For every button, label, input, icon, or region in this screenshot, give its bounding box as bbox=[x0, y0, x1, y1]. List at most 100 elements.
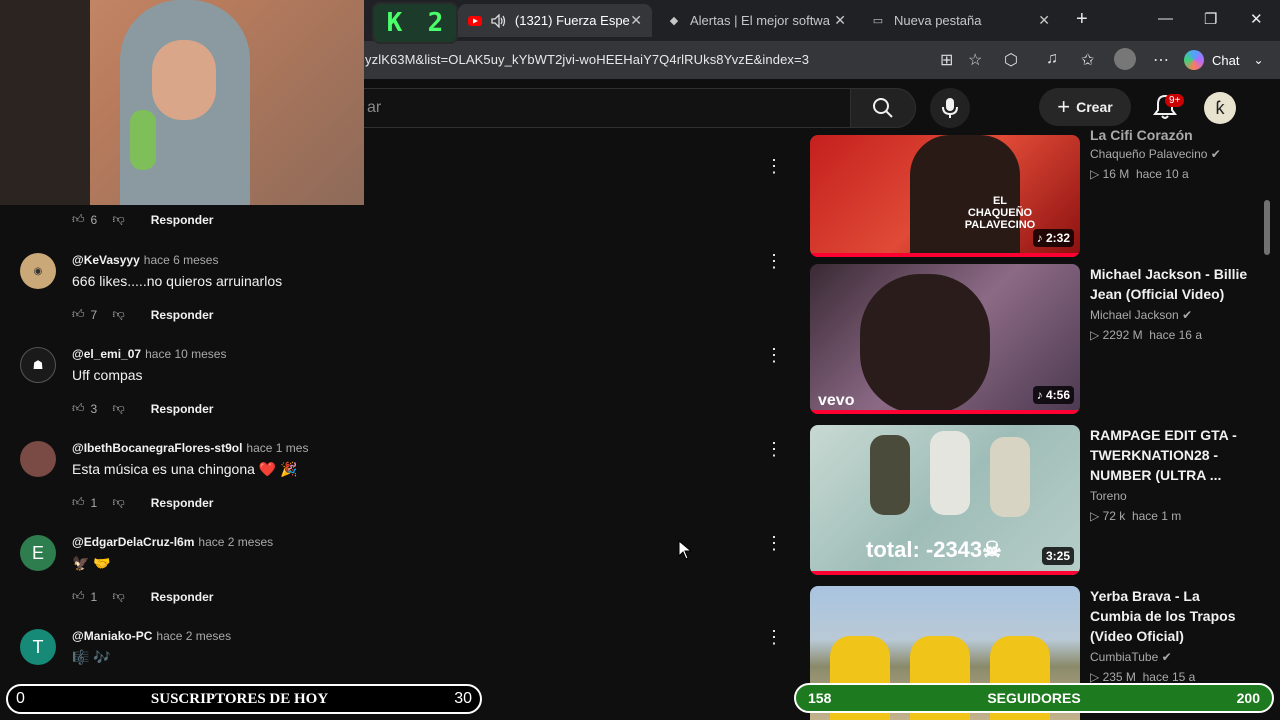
video-title[interactable]: Yerba Brava - La Cumbia de los Trapos (V… bbox=[1090, 586, 1250, 646]
followers-count: 158 bbox=[808, 690, 832, 706]
comment-header: @el_emi_07 hace 10 meses bbox=[72, 347, 226, 361]
comment-author[interactable]: @IbethBocanegraFlores-st9ol bbox=[72, 441, 242, 455]
video-title[interactable]: RAMPAGE EDIT GTA - TWERKNATION28 - NUMBE… bbox=[1090, 425, 1250, 485]
tab-label: Alertas | El mejor software p bbox=[690, 13, 830, 28]
dislike-icon[interactable]: 👎︎ bbox=[113, 212, 125, 227]
comment-menu-icon[interactable]: ⋮ bbox=[765, 533, 783, 554]
related-video-item[interactable]: vevo ♪ 4:56 Michael Jackson - Billie Jea… bbox=[810, 264, 1250, 414]
dislike-icon[interactable]: 👎︎ bbox=[113, 307, 125, 322]
video-thumbnail[interactable]: total: -2343☠ 3:25 bbox=[810, 425, 1080, 575]
video-channel[interactable]: Toreno bbox=[1090, 489, 1127, 503]
channel-name: Michael Jackson bbox=[1090, 308, 1179, 322]
reply-button[interactable]: Responder bbox=[151, 590, 214, 604]
comment-menu-icon[interactable]: ⋮ bbox=[765, 251, 783, 272]
thumbnail-dancer bbox=[990, 437, 1030, 517]
close-tab-icon[interactable]: ✕ bbox=[1038, 12, 1050, 29]
comment-text: 666 likes.....no quieros arruinarlos bbox=[72, 273, 283, 289]
favorites-icon[interactable]: ✩ bbox=[1081, 50, 1094, 70]
commenter-avatar[interactable]: ◉ bbox=[20, 253, 56, 289]
video-channel[interactable]: Chaqueño Palavecino ✔ bbox=[1090, 147, 1221, 161]
dislike-icon[interactable]: 👎︎ bbox=[113, 495, 125, 510]
comment-header: @KeVasyyy hace 6 meses bbox=[72, 253, 218, 267]
comment-actions: 👍︎ 3 👎︎ Responder bbox=[72, 401, 213, 416]
like-count: 1 bbox=[90, 495, 98, 510]
profile-avatar-icon[interactable] bbox=[1114, 48, 1136, 70]
comment-time: hace 10 meses bbox=[145, 347, 227, 361]
commenter-avatar[interactable] bbox=[20, 441, 56, 477]
dislike-icon[interactable]: 👎︎ bbox=[113, 589, 125, 604]
play-icon: ▷ bbox=[1090, 509, 1100, 523]
search-input[interactable]: ar bbox=[360, 88, 850, 128]
comment-text: Uff compas bbox=[72, 367, 143, 383]
video-title[interactable]: Michael Jackson - Billie Jean (Official … bbox=[1090, 264, 1250, 304]
close-tab-icon[interactable]: ✕ bbox=[630, 12, 642, 29]
more-options-icon[interactable]: ⋯ bbox=[1153, 50, 1169, 70]
restore-icon[interactable]: ❐ bbox=[1204, 10, 1217, 28]
chevron-down-icon[interactable]: ⌄ bbox=[1253, 53, 1263, 67]
related-video-item[interactable]: EL CHAQUEÑO PALAVECINO ♪ 2:32 La Cifi Co… bbox=[810, 107, 1250, 257]
view-count: 16 M bbox=[1102, 167, 1130, 181]
reply-button[interactable]: Responder bbox=[151, 496, 214, 510]
comment-menu-icon[interactable]: ⋮ bbox=[765, 345, 783, 366]
like-icon[interactable]: 👍︎ bbox=[72, 212, 85, 227]
video-meta: ▷ 235 M hace 15 a bbox=[1090, 670, 1195, 684]
extensions-icon[interactable]: ⬡ bbox=[1004, 50, 1018, 70]
comment-time: hace 2 meses bbox=[156, 629, 232, 643]
comment-author[interactable]: @KeVasyyy bbox=[72, 253, 140, 267]
like-icon[interactable]: 👍︎ bbox=[72, 495, 85, 510]
comment-text: 🎼 🎶 bbox=[72, 649, 111, 665]
upload-age: hace 10 a bbox=[1135, 167, 1189, 181]
reply-button[interactable]: Responder bbox=[151, 308, 214, 322]
like-icon[interactable]: 👍︎ bbox=[72, 589, 85, 604]
close-window-icon[interactable]: ✕ bbox=[1250, 10, 1263, 28]
video-title[interactable]: La Cifi Corazón bbox=[1090, 125, 1250, 145]
comment-actions: 👍︎ 6 👎︎ Responder bbox=[72, 212, 213, 227]
minimize-icon[interactable]: — bbox=[1158, 10, 1173, 27]
reply-button[interactable]: Responder bbox=[151, 213, 214, 227]
k2-letter: K bbox=[386, 8, 403, 38]
comment-menu-icon[interactable]: ⋮ bbox=[765, 439, 783, 460]
video-channel[interactable]: Michael Jackson ✔ bbox=[1090, 308, 1192, 322]
tab-alertas[interactable]: ◆ Alertas | El mejor software p ✕ bbox=[656, 4, 856, 37]
comment-author[interactable]: @EdgarDelaCruz-l6m bbox=[72, 535, 194, 549]
music-play-icon: ▷ bbox=[1090, 328, 1100, 342]
related-video-item[interactable]: total: -2343☠ 3:25 RAMPAGE EDIT GTA - TW… bbox=[810, 425, 1250, 575]
like-count: 7 bbox=[90, 307, 98, 322]
copilot-icon bbox=[1184, 50, 1204, 70]
video-channel[interactable]: CumbiaTube ✔ bbox=[1090, 650, 1172, 664]
favorite-star-icon[interactable]: ☆ bbox=[968, 50, 982, 70]
media-control-icon[interactable]: ♫ bbox=[1046, 50, 1058, 68]
comment-menu-icon[interactable]: ⋮ bbox=[765, 156, 783, 177]
comment-author[interactable]: @Maniako-PC bbox=[72, 629, 152, 643]
tab-youtube[interactable]: (1321) Fuerza Especial ✕ bbox=[458, 4, 652, 37]
like-icon[interactable]: 👍︎ bbox=[72, 401, 85, 416]
followers-label: SEGUIDORES bbox=[987, 690, 1081, 706]
video-meta: ▷ 72 k hace 1 m bbox=[1090, 509, 1181, 523]
comment-header: @EdgarDelaCruz-l6m hace 2 meses bbox=[72, 535, 273, 549]
comment-menu-icon[interactable]: ⋮ bbox=[765, 627, 783, 648]
comment-time: hace 6 meses bbox=[143, 253, 219, 267]
video-thumbnail[interactable]: EL CHAQUEÑO PALAVECINO ♪ 2:32 bbox=[810, 135, 1080, 257]
page-scrollbar[interactable] bbox=[1264, 200, 1270, 255]
music-play-icon: ▷ bbox=[1090, 167, 1100, 181]
dislike-icon[interactable]: 👎︎ bbox=[113, 401, 125, 416]
tab-new[interactable]: ▭ Nueva pestaña ✕ bbox=[860, 4, 1060, 37]
copilot-chat-button[interactable]: Chat ⌄ bbox=[1184, 46, 1264, 74]
close-tab-icon[interactable]: ✕ bbox=[834, 12, 846, 29]
url-field[interactable]: yzlK63M&list=OLAK5uy_kYbWT2jvi-woHEEHaiY… bbox=[365, 52, 809, 67]
like-icon[interactable]: 👍︎ bbox=[72, 307, 85, 322]
reply-button[interactable]: Responder bbox=[151, 402, 214, 416]
video-thumbnail[interactable]: vevo ♪ 4:56 bbox=[810, 264, 1080, 414]
thumbnail-person bbox=[860, 274, 990, 414]
speaker-icon[interactable] bbox=[491, 13, 507, 29]
new-tab-plus-icon[interactable]: + bbox=[1076, 8, 1088, 31]
commenter-avatar[interactable]: ☗ bbox=[20, 347, 56, 383]
commenter-avatar[interactable]: E bbox=[20, 535, 56, 571]
commenter-avatar[interactable]: T bbox=[20, 629, 56, 665]
view-count: 235 M bbox=[1102, 670, 1136, 684]
like-count: 1 bbox=[90, 589, 98, 604]
alertas-favicon-icon: ◆ bbox=[669, 15, 679, 27]
video-duration: ♪ 2:32 bbox=[1032, 229, 1074, 247]
apps-icon[interactable]: ⊞ bbox=[940, 50, 953, 70]
comment-author[interactable]: @el_emi_07 bbox=[72, 347, 141, 361]
